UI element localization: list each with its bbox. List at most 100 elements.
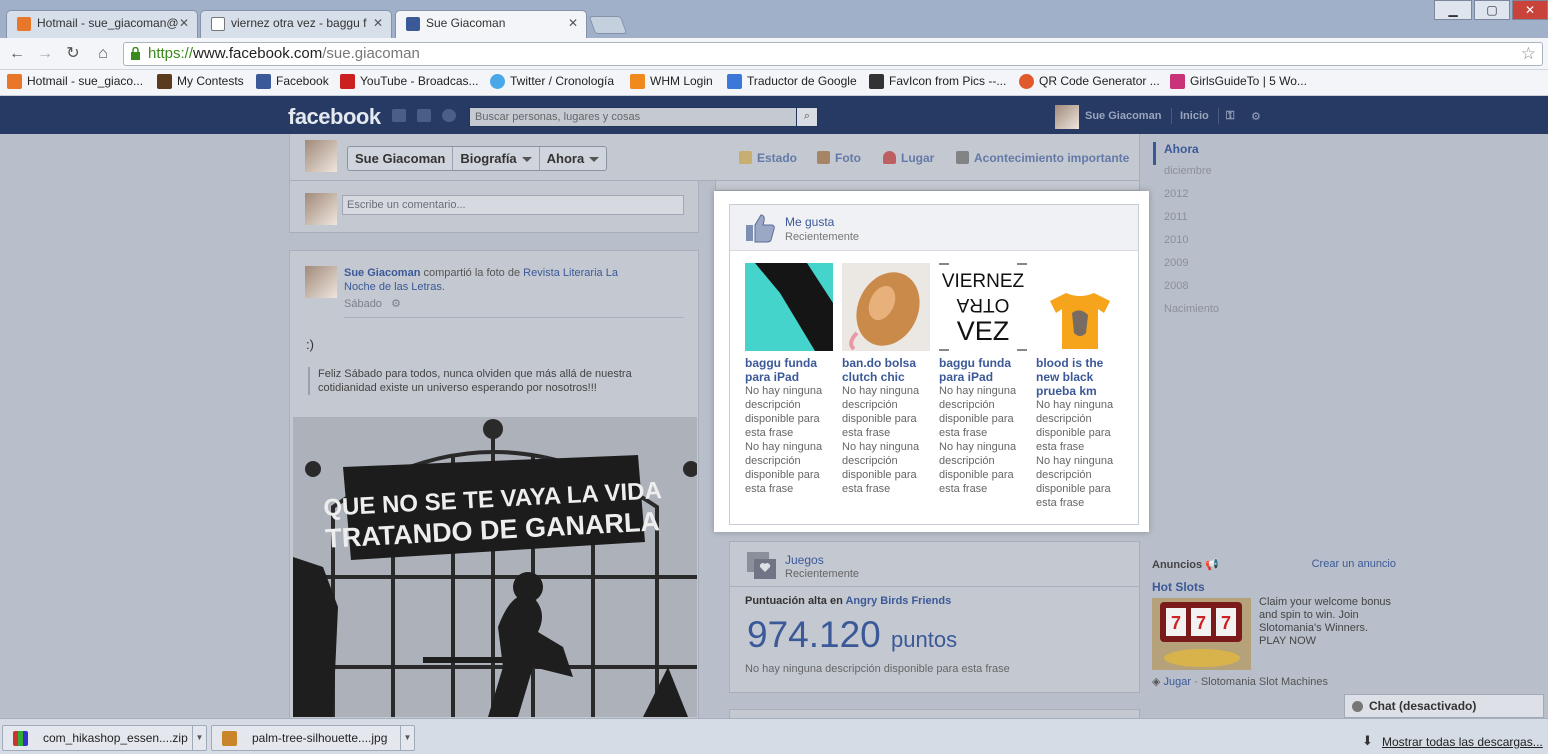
browser-toolbar: ← → ↻ ⌂ https://www.facebook.com/sue.gia… <box>0 38 1548 70</box>
like-title[interactable]: baggu funda para iPad <box>939 356 1027 384</box>
bookmark-star-icon[interactable]: ☆ <box>1521 43 1536 65</box>
bookmark-hotmail[interactable]: Hotmail - sue_giaco... <box>7 74 143 89</box>
like-image[interactable] <box>745 263 833 351</box>
maximize-button[interactable]: ▢ <box>1474 0 1510 20</box>
like-item[interactable]: blood is the new black prueba km No hay ni… <box>1036 263 1124 510</box>
translate-icon <box>727 74 742 89</box>
like-image[interactable]: VIERNEZ OTRA VEZ <box>939 263 1027 351</box>
ahora-dropdown[interactable]: Ahora <box>540 147 607 170</box>
close-icon[interactable]: ✕ <box>568 16 578 30</box>
like-item[interactable]: VIERNEZ OTRA VEZ baggu funda para iPad No… <box>939 263 1027 496</box>
bookmark-traductor[interactable]: Traductor de Google <box>727 74 857 89</box>
home-icon[interactable]: ⌂ <box>92 43 114 65</box>
tab-viernez[interactable]: viernez otra vez - baggu f ✕ <box>200 10 392 38</box>
year-item-2010[interactable]: 2010 <box>1153 234 1293 257</box>
hotmail-icon <box>17 17 31 31</box>
download-item[interactable]: com_hikashop_essen....zip ▼ <box>2 725 207 751</box>
ad-title[interactable]: Hot Slots <box>1152 580 1396 594</box>
estado-button[interactable]: Estado <box>739 151 797 165</box>
search-input[interactable]: Buscar personas, lugares y cosas <box>469 107 818 127</box>
minimize-button[interactable]: ▁ <box>1434 0 1472 20</box>
bookmark-girlsguide[interactable]: GirlsGuideTo | 5 Wo... <box>1170 74 1307 89</box>
play-link[interactable]: Jugar <box>1164 676 1192 688</box>
friend-requests-icon[interactable] <box>392 109 406 122</box>
like-image[interactable] <box>842 263 930 351</box>
like-item[interactable]: ban.do bolsa clutch chic No hay ninguna d… <box>842 263 930 496</box>
year-item-2012[interactable]: 2012 <box>1153 188 1293 211</box>
avatar[interactable] <box>305 266 337 298</box>
bookmark-whm[interactable]: WHM Login <box>630 74 713 89</box>
back-icon[interactable]: ← <box>6 43 28 65</box>
acontecimiento-button[interactable]: Acontecimiento importante <box>956 151 1129 165</box>
chevron-down-icon[interactable]: ▼ <box>192 726 206 750</box>
year-item-nacimiento[interactable]: Nacimiento <box>1153 303 1293 326</box>
timeline-sticky-header: Sue Giacoman Biografía Ahora Estado Foto… <box>289 134 1140 181</box>
qr-icon <box>1019 74 1034 89</box>
games-title[interactable]: Juegos <box>785 553 824 567</box>
title-line: blood is the <box>1036 356 1104 370</box>
year-item-2011[interactable]: 2011 <box>1153 211 1293 234</box>
foto-button[interactable]: Foto <box>817 151 861 165</box>
ad-image[interactable]: 7 7 7 <box>1152 598 1251 670</box>
reload-icon[interactable]: ↻ <box>62 43 84 65</box>
profile-name-button[interactable]: Sue Giacoman <box>348 147 454 170</box>
like-title[interactable]: ban.do bolsa clutch chic <box>842 356 930 384</box>
year-item-ahora[interactable]: Ahora <box>1153 142 1293 165</box>
tab-hotmail[interactable]: Hotmail - sue_giacoman@ ✕ <box>6 10 198 38</box>
show-all-downloads-link[interactable]: Mostrar todas las descargas... <box>1382 735 1543 749</box>
tab-title: Hotmail - sue_giacoman@ <box>37 16 179 30</box>
messages-icon[interactable] <box>417 109 431 122</box>
girlsguide-icon <box>1170 74 1185 89</box>
new-tab-button[interactable] <box>588 16 628 34</box>
chat-bar[interactable]: Chat (desactivado) <box>1344 694 1544 718</box>
notifications-icon[interactable] <box>442 109 456 122</box>
avatar[interactable] <box>1055 105 1079 129</box>
close-window-button[interactable]: ✕ <box>1512 0 1548 20</box>
like-description: No hay ninguna descripción disponible pa… <box>939 441 1017 495</box>
bookmark-facebook[interactable]: Facebook <box>256 74 329 89</box>
divider <box>730 586 1139 587</box>
year-item-2008[interactable]: 2008 <box>1153 280 1293 303</box>
address-bar[interactable]: https://www.facebook.com/sue.giacoman ☆ <box>123 42 1543 66</box>
close-icon[interactable]: ✕ <box>373 16 383 30</box>
tab-sue-giacoman[interactable]: Sue Giacoman ✕ <box>395 10 587 39</box>
post-photo[interactable]: QUE NO SE TE VAYA LA VIDA TRATANDO DE GA… <box>293 417 697 717</box>
profile-link[interactable]: Sue Giacoman <box>1085 110 1161 122</box>
lugar-button[interactable]: Lugar <box>883 151 934 165</box>
like-image[interactable] <box>1036 263 1124 351</box>
bookmark-youtube[interactable]: YouTube - Broadcas... <box>340 74 479 89</box>
gear-icon[interactable]: ⚙ <box>1251 110 1261 123</box>
avatar <box>305 193 337 225</box>
facebook-logo[interactable]: facebook <box>288 104 381 130</box>
year-item-diciembre[interactable]: diciembre <box>1153 165 1293 188</box>
post-author-link[interactable]: Sue Giacoman <box>344 267 420 279</box>
comment-input[interactable]: Escribe un comentario... <box>342 195 684 215</box>
lock-icon <box>131 47 140 60</box>
year-item-2009[interactable]: 2009 <box>1153 257 1293 280</box>
gear-icon[interactable]: ⚙ <box>391 298 401 310</box>
likes-card: Me gusta Recientemente baggu funda para i… <box>714 191 1149 532</box>
search-icon[interactable]: ⌕ <box>796 107 818 127</box>
app-icon: ◈ <box>1152 676 1161 688</box>
ad-text: Claim your welcome bonus and spin to win… <box>1259 596 1392 647</box>
chevron-down-icon <box>589 157 600 163</box>
biografia-dropdown[interactable]: Biografía <box>453 147 540 170</box>
bookmark-favicon[interactable]: FavIcon from Pics --... <box>869 74 1006 89</box>
create-ad-link[interactable]: Crear un anuncio <box>1312 558 1396 570</box>
privacy-icon[interactable]: ⚿ <box>1226 110 1234 123</box>
download-item[interactable]: palm-tree-silhouette....jpg ▼ <box>211 725 415 751</box>
likes-title[interactable]: Me gusta <box>785 215 834 229</box>
forward-icon[interactable]: → <box>34 43 56 65</box>
title-line: prueba km <box>1036 384 1097 398</box>
like-item[interactable]: baggu funda para iPad No hay ninguna desc… <box>745 263 833 496</box>
chevron-down-icon[interactable]: ▼ <box>400 726 414 750</box>
game-link[interactable]: Angry Birds Friends <box>845 595 951 607</box>
avatar[interactable] <box>305 140 337 172</box>
home-link[interactable]: Inicio <box>1180 110 1209 122</box>
close-icon[interactable]: ✕ <box>179 16 189 30</box>
bookmark-qr-code[interactable]: QR Code Generator ... <box>1019 74 1160 89</box>
like-title[interactable]: baggu funda para iPad <box>745 356 833 384</box>
bookmark-twitter[interactable]: Twitter / Cronología <box>490 74 614 89</box>
like-title[interactable]: blood is the new black prueba km <box>1036 356 1124 398</box>
bookmark-my-contests[interactable]: My Contests <box>157 74 244 89</box>
